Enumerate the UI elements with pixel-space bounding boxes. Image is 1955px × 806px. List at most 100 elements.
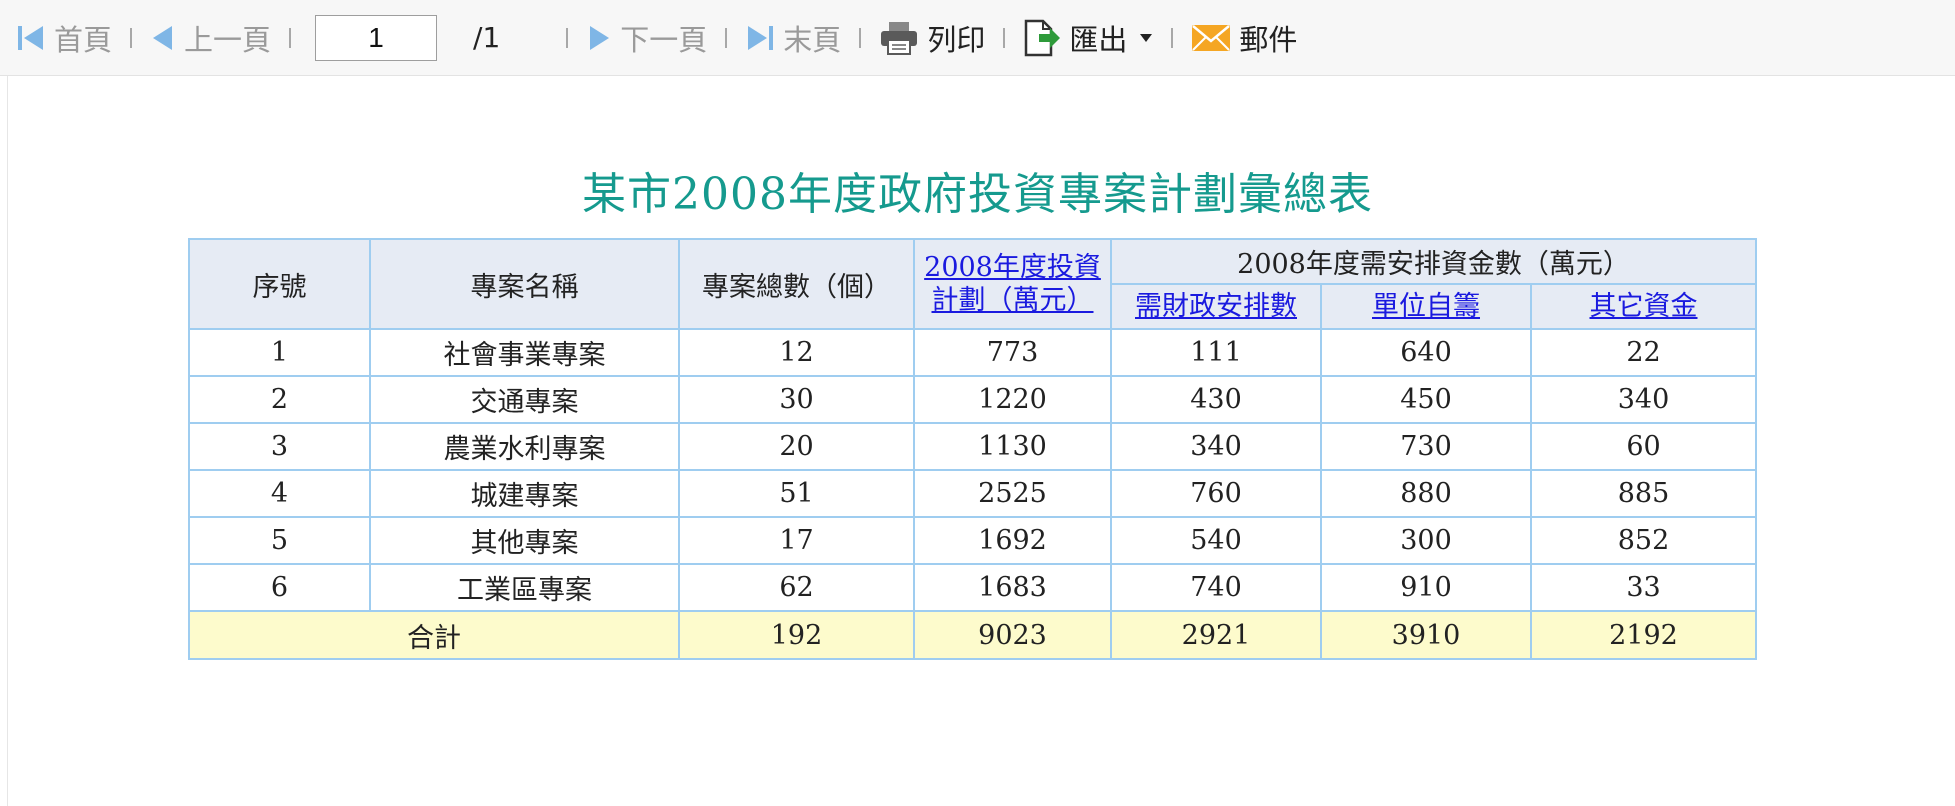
header-seq: 序號: [188, 238, 371, 330]
next-page-button[interactable]: 下一頁: [586, 17, 707, 59]
cell-project-name: 交通專案: [369, 375, 680, 424]
cell-self-funded: 640: [1320, 328, 1532, 377]
header-self-funded-cell: 單位自籌: [1320, 283, 1532, 330]
report-title: 某市2008年度政府投資專案計劃彙總表: [582, 169, 1373, 220]
export-icon: [1023, 18, 1061, 58]
header-other-funds-cell: 其它資金: [1530, 283, 1757, 330]
cell-investment-plan: 1130: [913, 422, 1112, 471]
cell-project-count: 20: [678, 422, 915, 471]
cell-finance: 760: [1110, 469, 1322, 518]
first-page-label: 首頁: [54, 22, 113, 57]
cell-self-funded: 910: [1320, 563, 1532, 612]
header-other-funds-link[interactable]: 其它資金: [1590, 291, 1698, 322]
cell-other-funds: 33: [1530, 563, 1757, 612]
cell-other-funds: 852: [1530, 516, 1757, 565]
cell-investment-plan: 2525: [913, 469, 1112, 518]
mail-button[interactable]: 郵件: [1191, 17, 1297, 59]
cell-investment-plan: 1220: [913, 375, 1112, 424]
total-finance: 2921: [1110, 610, 1322, 660]
cell-project-count: 62: [678, 563, 915, 612]
chevron-down-icon: [1139, 33, 1153, 43]
cell-finance: 740: [1110, 563, 1322, 612]
mail-label: 郵件: [1239, 22, 1298, 57]
cell-other-funds: 22: [1530, 328, 1757, 377]
header-finance-cell: 需財政安排數: [1110, 283, 1322, 330]
toolbar-divider: [725, 27, 728, 48]
cell-project-count: 51: [678, 469, 915, 518]
page-number-input[interactable]: [315, 14, 438, 61]
next-page-label: 下一頁: [620, 22, 708, 57]
header-investment-plan-cell: 2008年度投資計劃（萬元）: [913, 238, 1112, 330]
toolbar-divider: [130, 27, 133, 48]
total-self-funded: 3910: [1320, 610, 1532, 660]
total-other-funds: 2192: [1530, 610, 1757, 660]
first-page-button[interactable]: 首頁: [16, 17, 112, 59]
cell-project-count: 30: [678, 375, 915, 424]
report-toolbar: 首頁 上一頁 /1 下一頁 末頁 列印 匯出: [0, 0, 1955, 76]
cell-finance: 430: [1110, 375, 1322, 424]
cell-seq: 6: [188, 563, 371, 612]
toolbar-divider: [1003, 27, 1006, 48]
report-table: 序號 專案名稱 專案總數（個） 2008年度投資計劃（萬元） 2008年度需安排…: [188, 238, 1757, 660]
toolbar-divider: [566, 27, 569, 48]
table-row: 5 其他專案 17 1692 540 300 852: [188, 516, 1757, 565]
prev-page-icon: [150, 23, 176, 53]
cell-seq: 2: [188, 375, 371, 424]
table-row: 6 工業區專案 62 1683 740 910 33: [188, 563, 1757, 612]
cell-self-funded: 880: [1320, 469, 1532, 518]
cell-project-count: 12: [678, 328, 915, 377]
cell-investment-plan: 1683: [913, 563, 1112, 612]
first-page-icon: [16, 23, 46, 53]
cell-investment-plan: 773: [913, 328, 1112, 377]
cell-project-name: 社會事業專案: [369, 328, 680, 377]
total-label: 合計: [188, 610, 680, 660]
cell-other-funds: 885: [1530, 469, 1757, 518]
table-row: 4 城建專案 51 2525 760 880 885: [188, 469, 1757, 518]
header-funding-group: 2008年度需安排資金數（萬元）: [1110, 238, 1757, 285]
cell-seq: 5: [188, 516, 371, 565]
header-self-funded-link[interactable]: 單位自籌: [1372, 291, 1480, 322]
cell-seq: 4: [188, 469, 371, 518]
cell-seq: 1: [188, 328, 371, 377]
last-page-label: 末頁: [783, 22, 842, 57]
print-button[interactable]: 列印: [879, 17, 985, 59]
cell-self-funded: 450: [1320, 375, 1532, 424]
toolbar-divider: [289, 27, 292, 48]
last-page-icon: [745, 23, 775, 53]
export-button[interactable]: 匯出: [1023, 17, 1153, 59]
cell-self-funded: 300: [1320, 516, 1532, 565]
cell-finance: 111: [1110, 328, 1322, 377]
mail-icon: [1191, 23, 1231, 53]
header-project-count: 專案總數（個）: [678, 238, 915, 330]
cell-project-count: 17: [678, 516, 915, 565]
cell-finance: 340: [1110, 422, 1322, 471]
table-row: 1 社會事業專案 12 773 111 640 22: [188, 328, 1757, 377]
export-label: 匯出: [1069, 22, 1128, 57]
print-label: 列印: [927, 22, 986, 57]
table-row: 2 交通專案 30 1220 430 450 340: [188, 375, 1757, 424]
cell-project-name: 農業水利專案: [369, 422, 680, 471]
total-investment-plan: 9023: [913, 610, 1112, 660]
table-row: 3 農業水利專案 20 1130 340 730 60: [188, 422, 1757, 471]
cell-finance: 540: [1110, 516, 1322, 565]
cell-project-name: 工業區專案: [369, 563, 680, 612]
total-project-count: 192: [678, 610, 915, 660]
page-total: /1: [473, 21, 501, 54]
header-project-name: 專案名稱: [369, 238, 680, 330]
cell-investment-plan: 1692: [913, 516, 1112, 565]
header-finance-link[interactable]: 需財政安排數: [1135, 291, 1297, 322]
cell-project-name: 城建專案: [369, 469, 680, 518]
total-row: 合計 192 9023 2921 3910 2192: [188, 610, 1757, 660]
cell-other-funds: 340: [1530, 375, 1757, 424]
next-page-icon: [586, 23, 612, 53]
toolbar-divider: [859, 27, 862, 48]
toolbar-divider: [1171, 27, 1174, 48]
cell-other-funds: 60: [1530, 422, 1757, 471]
prev-page-label: 上一頁: [184, 22, 272, 57]
cell-seq: 3: [188, 422, 371, 471]
header-investment-plan-link[interactable]: 2008年度投資計劃（萬元）: [924, 252, 1101, 316]
cell-project-name: 其他專案: [369, 516, 680, 565]
printer-icon: [879, 20, 919, 56]
prev-page-button[interactable]: 上一頁: [150, 17, 271, 59]
last-page-button[interactable]: 末頁: [745, 17, 841, 59]
